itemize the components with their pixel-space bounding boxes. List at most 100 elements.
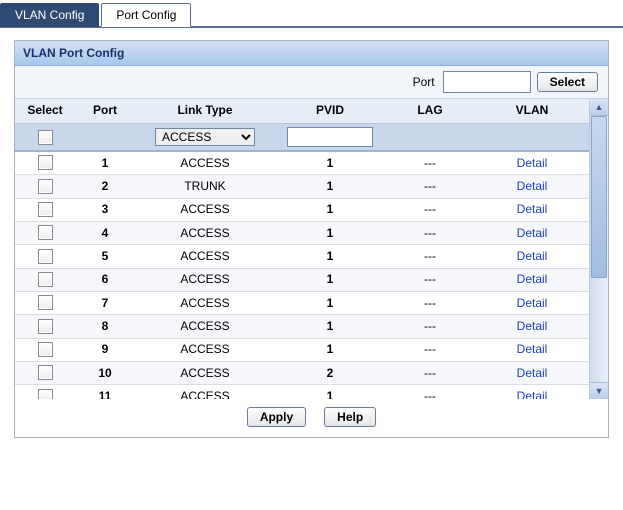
detail-link[interactable]: Detail <box>517 156 548 170</box>
tab-bar: VLAN Config Port Config <box>0 2 623 28</box>
table-row: 2TRUNK1--- Detail <box>15 175 589 198</box>
cell-pvid: 1 <box>275 385 385 399</box>
pvid-filter-input[interactable] <box>287 127 373 147</box>
cell-port: 9 <box>75 338 135 361</box>
row-checkbox[interactable] <box>38 389 53 399</box>
table-row: 9ACCESS1--- Detail <box>15 338 589 361</box>
port-search-input[interactable] <box>443 71 531 93</box>
table-row: 8ACCESS1--- Detail <box>15 315 589 338</box>
link-type-filter-select[interactable]: ACCESS <box>155 128 255 146</box>
cell-pvid: 1 <box>275 315 385 338</box>
cell-lag: --- <box>385 291 475 314</box>
cell-lag: --- <box>385 245 475 268</box>
detail-link[interactable]: Detail <box>517 226 548 240</box>
table-row: 4ACCESS1---Detail <box>15 221 589 244</box>
cell-port: 4 <box>75 221 135 244</box>
cell-lag: --- <box>385 385 475 399</box>
table-row: 11ACCESS1---Detail <box>15 385 589 399</box>
cell-pvid: 1 <box>275 198 385 221</box>
cell-link-type: ACCESS <box>135 245 275 268</box>
cell-link-type: ACCESS <box>135 385 275 399</box>
cell-pvid: 1 <box>275 245 385 268</box>
cell-link-type: ACCESS <box>135 291 275 314</box>
tab-port-config[interactable]: Port Config <box>101 3 191 27</box>
detail-link[interactable]: Detail <box>517 249 548 263</box>
scroll-thumb[interactable] <box>591 116 607 278</box>
table-row: 10ACCESS2--- Detail <box>15 361 589 384</box>
port-search-bar: Port Select <box>15 66 608 99</box>
detail-link[interactable]: Detail <box>517 272 548 286</box>
detail-link[interactable]: Detail <box>517 342 548 356</box>
row-checkbox[interactable] <box>38 319 53 334</box>
cell-link-type: ACCESS <box>135 361 275 384</box>
row-checkbox[interactable] <box>38 202 53 217</box>
cell-pvid: 1 <box>275 338 385 361</box>
vlan-port-config-panel: VLAN Port Config Port Select Select Port… <box>14 40 609 438</box>
footer-buttons: Apply Help <box>15 399 608 437</box>
detail-link[interactable]: Detail <box>517 296 548 310</box>
cell-lag: --- <box>385 198 475 221</box>
cell-pvid: 1 <box>275 175 385 198</box>
table-row: 5ACCESS1--- Detail <box>15 245 589 268</box>
filter-row: ACCESS <box>15 124 589 152</box>
header-row: Select Port Link Type PVID LAG VLAN <box>15 99 589 124</box>
table-row: 7ACCESS1--- Detail <box>15 291 589 314</box>
cell-lag: --- <box>385 151 475 175</box>
cell-port: 10 <box>75 361 135 384</box>
detail-link[interactable]: Detail <box>517 389 548 399</box>
detail-link[interactable]: Detail <box>517 179 548 193</box>
row-checkbox[interactable] <box>38 249 53 264</box>
apply-button[interactable]: Apply <box>247 407 306 427</box>
cell-port: 1 <box>75 151 135 175</box>
panel-title: VLAN Port Config <box>15 41 608 66</box>
cell-link-type: ACCESS <box>135 338 275 361</box>
cell-link-type: ACCESS <box>135 198 275 221</box>
port-search-label: Port <box>413 75 435 89</box>
row-checkbox[interactable] <box>38 272 53 287</box>
select-all-checkbox[interactable] <box>38 130 53 145</box>
cell-lag: --- <box>385 338 475 361</box>
cell-lag: --- <box>385 175 475 198</box>
detail-link[interactable]: Detail <box>517 319 548 333</box>
tab-vlan-config[interactable]: VLAN Config <box>0 3 99 27</box>
detail-link[interactable]: Detail <box>517 366 548 380</box>
row-checkbox[interactable] <box>38 295 53 310</box>
row-checkbox[interactable] <box>38 342 53 357</box>
cell-lag: --- <box>385 268 475 291</box>
cell-link-type: TRUNK <box>135 175 275 198</box>
table-row: 3ACCESS1---Detail <box>15 198 589 221</box>
cell-link-type: ACCESS <box>135 221 275 244</box>
row-checkbox[interactable] <box>38 225 53 240</box>
col-header-vlan: VLAN <box>475 99 589 124</box>
col-header-select: Select <box>15 99 75 124</box>
cell-port: 8 <box>75 315 135 338</box>
port-search-select-button[interactable]: Select <box>537 72 598 92</box>
cell-link-type: ACCESS <box>135 315 275 338</box>
cell-pvid: 2 <box>275 361 385 384</box>
scroll-up-button[interactable]: ▲ <box>590 99 608 116</box>
cell-lag: --- <box>385 361 475 384</box>
row-checkbox[interactable] <box>38 155 53 170</box>
detail-link[interactable]: Detail <box>517 202 548 216</box>
cell-link-type: ACCESS <box>135 268 275 291</box>
scroll-track[interactable] <box>590 116 608 382</box>
cell-port: 2 <box>75 175 135 198</box>
col-header-pvid: PVID <box>275 99 385 124</box>
cell-lag: --- <box>385 221 475 244</box>
cell-port: 6 <box>75 268 135 291</box>
cell-lag: --- <box>385 315 475 338</box>
vertical-scrollbar[interactable]: ▲ ▼ <box>589 99 608 399</box>
cell-port: 7 <box>75 291 135 314</box>
help-button[interactable]: Help <box>324 407 376 427</box>
scroll-down-button[interactable]: ▼ <box>590 382 608 399</box>
col-header-port: Port <box>75 99 135 124</box>
cell-pvid: 1 <box>275 291 385 314</box>
cell-port: 5 <box>75 245 135 268</box>
table-row: 6ACCESS1---Detail <box>15 268 589 291</box>
table-row: 1ACCESS1---Detail <box>15 151 589 175</box>
port-table-scroll: Select Port Link Type PVID LAG VLAN <box>15 99 589 399</box>
cell-pvid: 1 <box>275 151 385 175</box>
port-table: Select Port Link Type PVID LAG VLAN <box>15 99 589 399</box>
row-checkbox[interactable] <box>38 365 53 380</box>
row-checkbox[interactable] <box>38 179 53 194</box>
